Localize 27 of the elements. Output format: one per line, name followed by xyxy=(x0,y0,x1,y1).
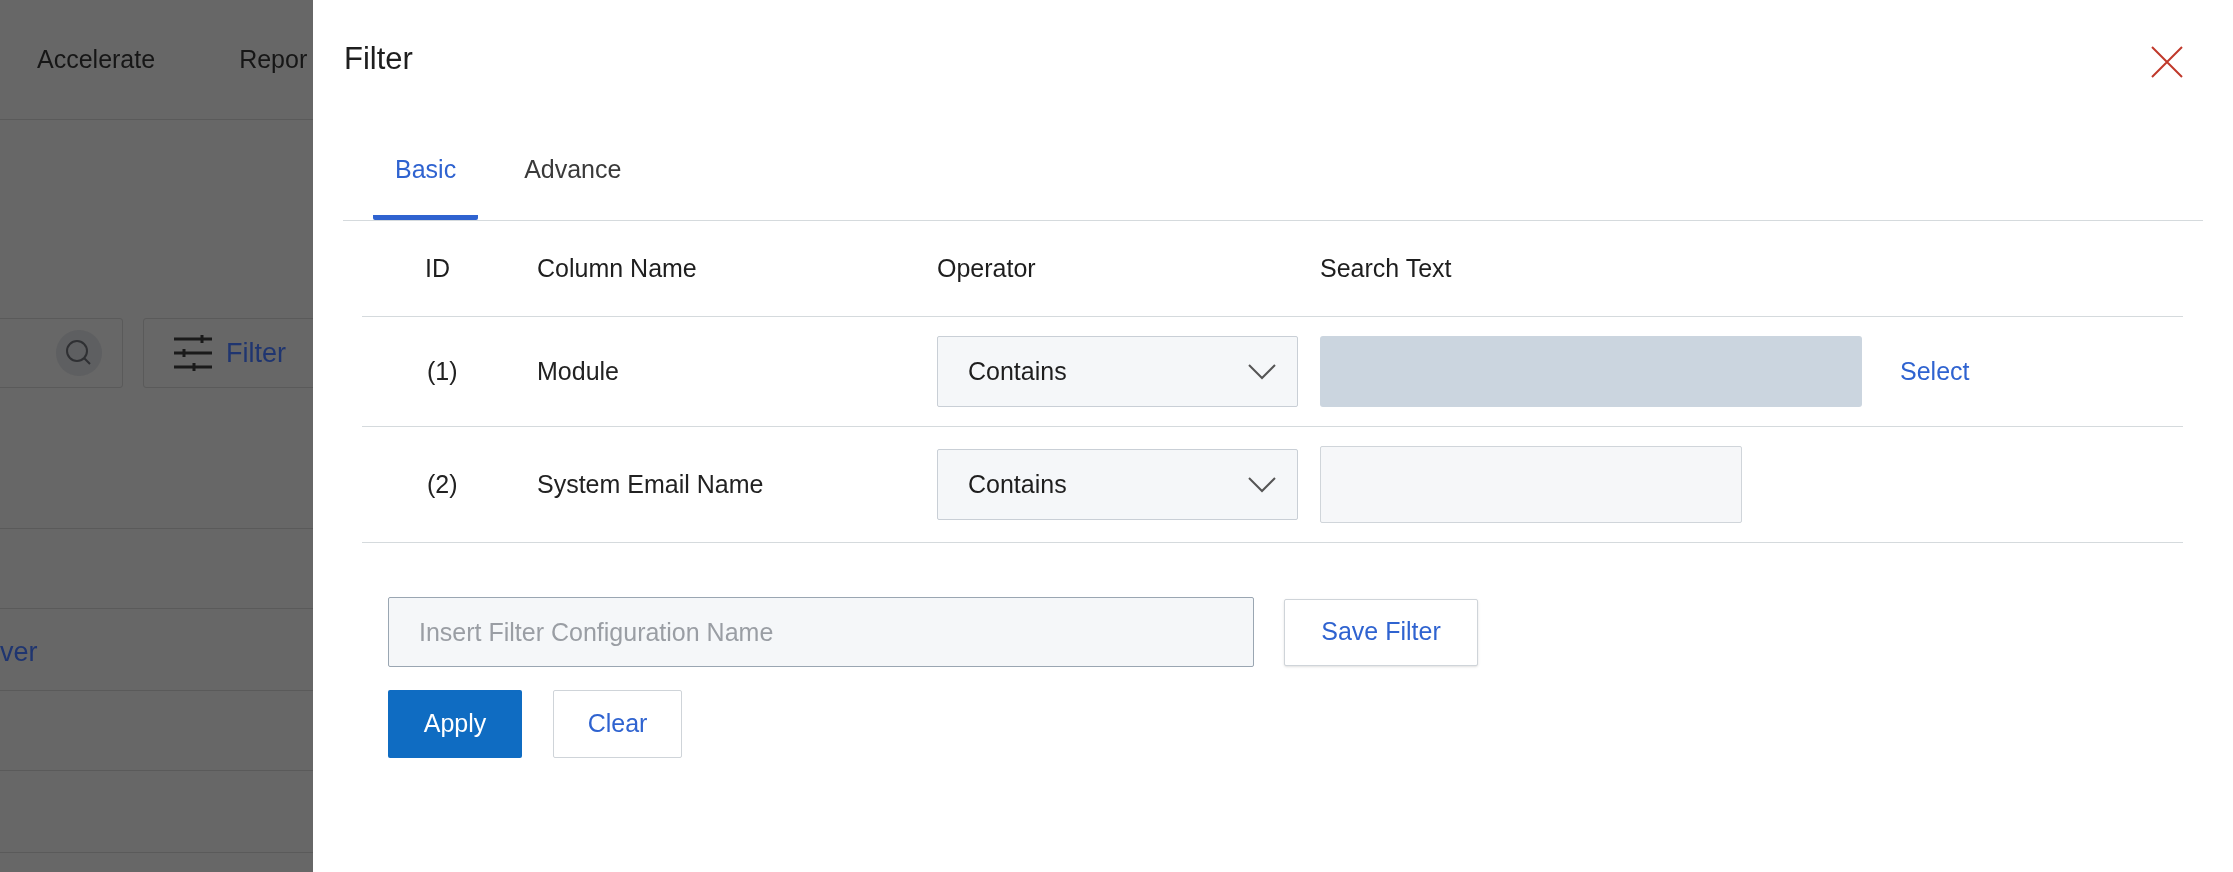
tab[interactable]: Advance xyxy=(502,150,644,220)
operator-dropdown[interactable]: Contains xyxy=(937,336,1298,407)
close-icon[interactable] xyxy=(2151,46,2183,78)
column-header: Column Name xyxy=(537,252,698,284)
operator-dropdown[interactable]: Contains xyxy=(937,449,1298,520)
table-cell: System Email Name xyxy=(537,469,764,498)
search-field[interactable] xyxy=(0,318,123,388)
search-icon[interactable] xyxy=(56,330,102,376)
configuration-name-field[interactable]: Insert Filter Configuration Name xyxy=(388,597,1254,667)
save-filter-button[interactable]: Save Filter xyxy=(1284,598,1478,666)
column-header: ID xyxy=(424,252,451,284)
sliders-icon xyxy=(174,335,212,371)
column-header: Operator xyxy=(937,252,1037,284)
chevron-down-icon xyxy=(1247,475,1277,494)
column-header: Search Text xyxy=(1320,252,1453,284)
select-link[interactable]: Select xyxy=(1900,352,1970,391)
table-cell-text: (2) xyxy=(426,469,458,498)
chevron-down-icon xyxy=(1247,362,1277,381)
nav-link[interactable]: Accelerate xyxy=(37,40,156,79)
nav-link[interactable]: Repor xyxy=(239,40,308,79)
apply-button[interactable]: Apply xyxy=(388,690,522,758)
clear-button[interactable]: Clear xyxy=(553,690,682,758)
table-cell: Module xyxy=(537,356,619,385)
tab[interactable]: Basic xyxy=(373,150,479,220)
table-cell-text: (1) xyxy=(426,356,458,385)
search-text-field[interactable] xyxy=(1320,446,1742,523)
panel-title: Filter xyxy=(344,40,413,78)
